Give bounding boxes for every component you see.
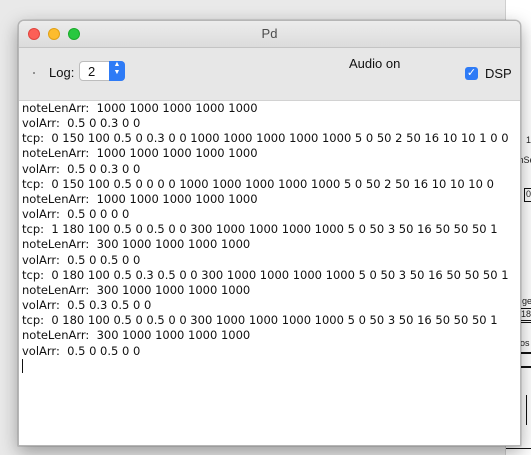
background-text-fragment: 180 xyxy=(521,309,531,319)
console-log-line: volArr: 0.5 0 0.3 0 0 xyxy=(22,116,141,131)
background-patch-cord xyxy=(520,352,531,354)
pd-main-window: Pd Log: 2 ▲ ▼ Audio on ✓ DSP noteLenArr: … xyxy=(18,20,521,446)
window-title: Pd xyxy=(261,26,278,41)
console-lines: noteLenArr: 1000 1000 1000 1000 1000 volA… xyxy=(22,101,516,359)
console-log-line: noteLenArr: 1000 1000 1000 1000 1000 xyxy=(22,146,258,161)
console-log-line: noteLenArr: 300 1000 1000 1000 1000 xyxy=(22,237,251,252)
console-log-line: tcp: 0 150 100 0.5 0 0 0 0 1000 1000 100… xyxy=(22,176,494,191)
console-log-line: volArr: 0.5 0 0.5 0 0 xyxy=(22,343,141,358)
console-log-line: volArr: 0.5 0 0.5 0 0 xyxy=(22,252,141,267)
console-log-line: tcp: 1 180 100 0.5 0 0.5 0 0 300 1000 10… xyxy=(22,222,498,237)
background-patch-object: 180 xyxy=(520,308,531,321)
pd-toolbar: Log: 2 ▲ ▼ Audio on ✓ DSP xyxy=(19,48,520,101)
background-text-fragment: ge xyxy=(522,296,531,306)
background-patch-cord xyxy=(526,395,527,425)
dsp-label: DSP xyxy=(485,66,512,81)
background-text-fragment: 0 xyxy=(526,189,531,199)
console-log-line: noteLenArr: 300 1000 1000 1000 1000 xyxy=(22,328,251,343)
console-log[interactable]: noteLenArr: 1000 1000 1000 1000 1000 volA… xyxy=(19,101,520,445)
text-cursor xyxy=(22,358,23,373)
background-patch-object: 0 xyxy=(524,188,531,202)
console-log-line: volArr: 0.5 0 0 0 0 xyxy=(22,207,130,222)
console-log-line: tcp: 0 180 100 0.5 0 0.5 0 0 300 1000 10… xyxy=(22,313,498,328)
console-log-line: noteLenArr: 1000 1000 1000 1000 1000 xyxy=(22,101,258,115)
background-text-fragment: 1 xyxy=(526,135,531,145)
console-log-line: volArr: 0.5 0.3 0.5 0 0 xyxy=(22,298,152,313)
log-label: Log: xyxy=(49,65,75,80)
console-log-line: noteLenArr: 300 1000 1000 1000 1000 xyxy=(22,282,251,297)
background-patch-cord xyxy=(520,366,531,368)
console-log-line: noteLenArr: 1000 1000 1000 1000 1000 xyxy=(22,191,258,206)
background-patch-cord xyxy=(506,448,531,449)
title-bar[interactable]: Pd xyxy=(19,21,520,48)
log-level-value: 2 xyxy=(88,64,96,79)
audio-status-text: Audio on xyxy=(349,56,401,71)
background-text-fragment: os xyxy=(520,338,530,348)
resize-dot-icon xyxy=(33,72,35,74)
dsp-checkbox[interactable]: ✓ xyxy=(465,67,478,80)
console-log-line: tcp: 0 150 100 0.5 0 0.3 0 0 1000 1000 1… xyxy=(22,131,509,146)
console-log-line: tcp: 0 180 100 0.5 0.3 0.5 0 0 300 1000 … xyxy=(22,267,509,282)
console-log-line: volArr: 0.5 0 0.3 0 0 xyxy=(22,161,141,176)
chevron-up-down-icon[interactable]: ▲ ▼ xyxy=(109,61,125,81)
log-level-select[interactable]: 2 ▲ ▼ xyxy=(79,61,125,81)
